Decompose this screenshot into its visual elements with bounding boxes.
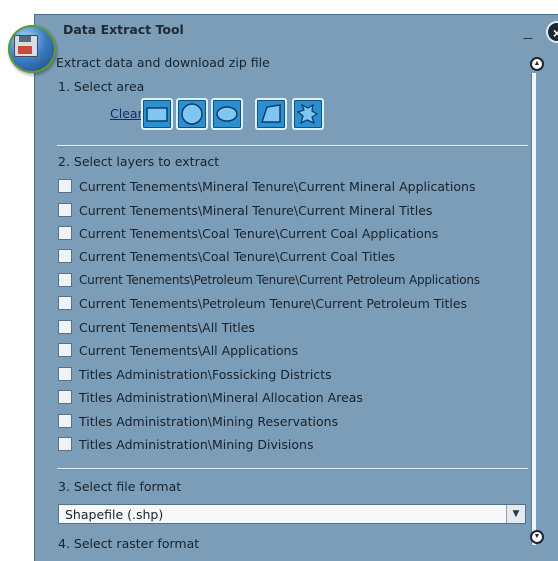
layer-label: Current Tenements\All Applications bbox=[79, 342, 298, 358]
layer-label: Current Tenements\Mineral Tenure\Current… bbox=[79, 178, 476, 194]
layer-label: Titles Administration\Mining Reservation… bbox=[79, 413, 339, 429]
layer-checkbox[interactable] bbox=[58, 226, 72, 240]
layer-checkbox[interactable] bbox=[58, 296, 72, 310]
layer-checkbox[interactable] bbox=[58, 367, 72, 381]
layer-label: Current Tenements\Coal Tenure\Current Co… bbox=[79, 248, 396, 264]
file-format-select[interactable]: Shapefile (.shp) ▼ bbox=[58, 504, 526, 524]
step1-label: 1. Select area bbox=[58, 79, 145, 94]
scroll-up-button[interactable]: ▲ bbox=[530, 57, 544, 71]
layer-checkbox[interactable] bbox=[58, 437, 72, 451]
layer-checkbox[interactable] bbox=[58, 390, 72, 404]
circle-icon bbox=[181, 103, 203, 125]
section-divider bbox=[57, 145, 528, 147]
layer-item[interactable]: Titles Administration\Mineral Allocation… bbox=[58, 387, 363, 407]
layer-item[interactable]: Current Tenements\Mineral Tenure\Current… bbox=[58, 176, 475, 196]
step3-label: 3. Select file format bbox=[58, 479, 182, 494]
close-button[interactable]: × bbox=[546, 21, 558, 43]
chevron-down-icon[interactable]: ▼ bbox=[506, 505, 525, 523]
layer-item[interactable]: Current Tenements\Coal Tenure\Current Co… bbox=[58, 246, 395, 266]
window-title: Data Extract Tool bbox=[63, 22, 184, 37]
ellipse-tool-button[interactable] bbox=[211, 98, 243, 130]
layer-item[interactable]: Current Tenements\Petroleum Tenure\Curre… bbox=[58, 293, 467, 313]
layer-label: Current Tenements\Mineral Tenure\Current… bbox=[79, 202, 433, 218]
layer-label: Current Tenements\Petroleum Tenure\Curre… bbox=[79, 273, 480, 287]
file-format-value: Shapefile (.shp) bbox=[65, 507, 164, 522]
layer-label: Current Tenements\Coal Tenure\Current Co… bbox=[79, 225, 439, 241]
clear-link[interactable]: Clear bbox=[110, 106, 143, 121]
layer-checkbox[interactable] bbox=[58, 320, 72, 334]
layer-checkbox[interactable] bbox=[58, 203, 72, 217]
layer-checkbox[interactable] bbox=[58, 249, 72, 263]
circle-tool-button[interactable] bbox=[176, 98, 208, 130]
rectangle-tool-button[interactable] bbox=[141, 98, 173, 130]
freehand-tool-button[interactable] bbox=[292, 98, 324, 130]
polygon-icon bbox=[260, 104, 281, 123]
layer-item[interactable]: Current Tenements\All Applications bbox=[58, 340, 298, 360]
layer-item[interactable]: Titles Administration\Fossicking Distric… bbox=[58, 364, 332, 384]
step4-label: 4. Select raster format bbox=[58, 536, 200, 551]
layer-label: Titles Administration\Fossicking Distric… bbox=[79, 366, 332, 382]
layer-item[interactable]: Current Tenements\Mineral Tenure\Current… bbox=[58, 200, 432, 220]
globe-floppy-icon bbox=[8, 25, 56, 73]
polygon-tool-button[interactable] bbox=[255, 98, 287, 130]
intro-text: Extract data and download zip file bbox=[56, 55, 270, 70]
scroll-down-button[interactable]: ▼ bbox=[530, 530, 544, 544]
layer-item[interactable]: Titles Administration\Mining Reservation… bbox=[58, 411, 338, 431]
ellipse-icon bbox=[216, 106, 238, 122]
step2-label: 2. Select layers to extract bbox=[58, 154, 220, 169]
layer-item[interactable]: Current Tenements\All Titles bbox=[58, 317, 255, 337]
data-extract-panel: Data Extract Tool _ × Extract data and d… bbox=[34, 14, 558, 561]
layer-checkbox[interactable] bbox=[58, 273, 72, 287]
section-divider bbox=[57, 468, 528, 470]
floppy-disk-icon bbox=[14, 35, 38, 57]
layer-label: Current Tenements\All Titles bbox=[79, 319, 255, 335]
layer-checkbox[interactable] bbox=[58, 343, 72, 357]
layer-item[interactable]: Current Tenements\Petroleum Tenure\Curre… bbox=[58, 270, 480, 290]
layer-label: Titles Administration\Mining Divisions bbox=[79, 436, 314, 452]
layer-label: Titles Administration\Mineral Allocation… bbox=[79, 389, 363, 405]
layer-item[interactable]: Titles Administration\Mining Divisions bbox=[58, 434, 313, 454]
scrollbar[interactable] bbox=[531, 73, 536, 545]
freehand-icon bbox=[296, 103, 319, 125]
layer-label: Current Tenements\Petroleum Tenure\Curre… bbox=[79, 295, 468, 311]
layer-checkbox[interactable] bbox=[58, 179, 72, 193]
rectangle-icon bbox=[146, 107, 168, 122]
title-bar[interactable]: Data Extract Tool _ × bbox=[35, 15, 558, 49]
layer-item[interactable]: Current Tenements\Coal Tenure\Current Co… bbox=[58, 223, 438, 243]
panel-content: Extract data and download zip file 1. Se… bbox=[35, 49, 528, 561]
minimize-button[interactable]: _ bbox=[520, 23, 536, 41]
layer-checkbox[interactable] bbox=[58, 414, 72, 428]
